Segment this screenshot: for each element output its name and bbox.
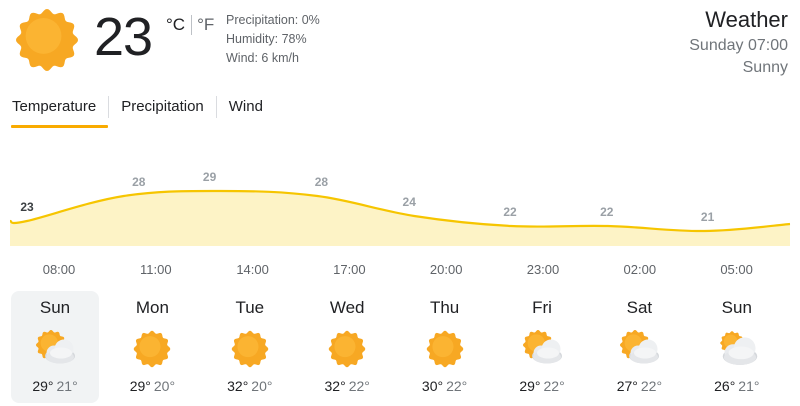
- high-temperature: 27°: [616, 378, 638, 394]
- hour-axis: 08:00 11:00 14:00 17:00 20:00 23:00 02:00 05:00: [0, 261, 800, 281]
- weather-datetime: Sunday 07:00: [689, 37, 788, 54]
- day-temperatures: 32° 20°: [206, 377, 294, 395]
- unit-toggle: °C °F: [166, 14, 214, 36]
- chart-value-label: 28: [132, 175, 146, 189]
- wind-text: Wind: 6 km/h: [226, 51, 299, 65]
- day-card[interactable]: Mon 29° 20°: [108, 291, 196, 403]
- day-card[interactable]: Sat 27° 22°: [595, 291, 683, 403]
- current-temperature: 23: [94, 7, 153, 67]
- day-name: Mon: [135, 298, 169, 317]
- high-temperature: 29°: [129, 378, 151, 394]
- day-temperatures: 30° 22°: [401, 377, 489, 395]
- fahrenheit-unit[interactable]: °F: [197, 14, 214, 36]
- day-temperatures: 27° 22°: [595, 377, 683, 395]
- temperature-area: [10, 190, 790, 246]
- mostly-cloudy-icon: [719, 331, 758, 365]
- chart-value-label: 29: [203, 170, 217, 184]
- sun-icon: [426, 330, 463, 368]
- day-temperatures: 29° 22°: [498, 377, 586, 395]
- chart-value-label: 24: [403, 195, 417, 209]
- sun-icon: [231, 330, 269, 368]
- partly-cloudy-icon: [522, 329, 562, 364]
- day-card[interactable]: Wed 32° 22°: [303, 291, 391, 403]
- hour-label: 20:00: [429, 262, 463, 277]
- hour-label: 11:00: [140, 262, 172, 277]
- day-card[interactable]: Sun 26° 21°: [693, 291, 781, 403]
- humidity-text: Humidity: 78%: [226, 32, 307, 46]
- low-temperature: 22°: [446, 378, 468, 394]
- high-temperature: 26°: [714, 378, 736, 394]
- day-name: Tue: [235, 298, 265, 317]
- low-temperature: 22°: [348, 378, 370, 394]
- day-name: Thu: [429, 298, 460, 317]
- day-temperatures: 32° 22°: [303, 377, 391, 395]
- low-temperature: 21°: [738, 378, 760, 394]
- sun-icon: [328, 330, 366, 368]
- chart-tabs: Temperature Precipitation Wind: [0, 94, 275, 128]
- day-name: Sun: [39, 298, 71, 317]
- hour-label: 05:00: [720, 262, 753, 277]
- day-card[interactable]: Sun 29° 21°: [11, 291, 99, 403]
- sun-icon: [134, 330, 171, 368]
- day-temperatures: 29° 20°: [108, 377, 196, 395]
- low-temperature: 20°: [153, 378, 176, 394]
- day-name: Sun: [721, 298, 752, 317]
- high-temperature: 30°: [421, 378, 444, 394]
- weather-header: Weather Sunday 07:00 Sunny: [689, 5, 788, 79]
- chart-value-label: 22: [600, 205, 614, 219]
- weather-title: Weather: [705, 7, 788, 32]
- chart-value-label: 21: [701, 210, 715, 224]
- partly-cloudy-icon: [35, 329, 75, 364]
- partly-cloudy-icon: [620, 329, 660, 364]
- hour-label: 02:00: [623, 262, 657, 277]
- hour-label: 08:00: [42, 262, 76, 277]
- precipitation-text: Precipitation: 0%: [226, 13, 320, 27]
- day-card[interactable]: Thu 30° 22°: [401, 291, 489, 403]
- chart-value-label: 22: [503, 205, 517, 219]
- day-name: Wed: [329, 298, 365, 317]
- high-temperature: 32°: [227, 378, 249, 394]
- celsius-unit[interactable]: °C: [166, 14, 185, 36]
- tab-temperature[interactable]: Temperature: [0, 94, 109, 128]
- low-temperature: 21°: [56, 378, 78, 394]
- high-temperature: 29°: [32, 378, 54, 394]
- sun-icon: [15, 8, 79, 72]
- hour-label: 14:00: [236, 262, 269, 277]
- low-temperature: 20°: [251, 378, 273, 394]
- unit-divider: [191, 15, 193, 35]
- day-card[interactable]: Fri 29° 22°: [498, 291, 586, 403]
- tab-wind[interactable]: Wind: [217, 94, 275, 120]
- temperature-chart: 23 28 29 28 24 22 22 21: [9, 170, 791, 246]
- tab-precipitation[interactable]: Precipitation: [109, 94, 216, 120]
- low-temperature: 22°: [543, 378, 565, 394]
- low-temperature: 22°: [640, 378, 663, 394]
- weather-condition: Sunny: [742, 59, 788, 76]
- day-name: Fri: [532, 298, 552, 317]
- chart-value-label: 28: [315, 175, 329, 189]
- chart-value-label: 23: [20, 200, 34, 214]
- day-name: Sat: [626, 298, 653, 317]
- high-temperature: 29°: [519, 378, 541, 394]
- high-temperature: 32°: [324, 378, 346, 394]
- current-details: Precipitation: 0% Humidity: 78% Wind: 6 …: [226, 11, 320, 68]
- hour-label: 23:00: [526, 262, 560, 277]
- day-temperatures: 29° 21°: [11, 377, 99, 395]
- hour-label: 17:00: [333, 262, 366, 277]
- day-card[interactable]: Tue 32° 20°: [206, 291, 294, 403]
- day-temperatures: 26° 21°: [693, 377, 781, 395]
